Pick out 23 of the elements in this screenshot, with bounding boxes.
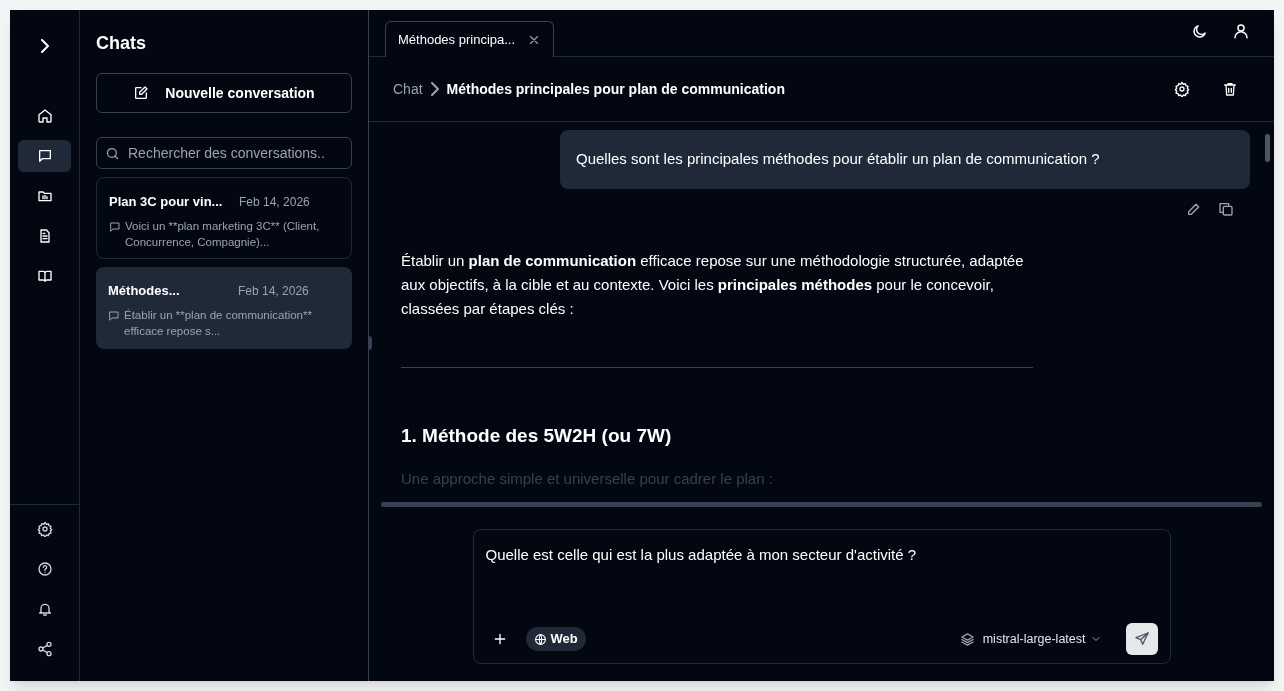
message-input[interactable]: Quelle est celle qui est la plus adaptée à mon secteur d'activité ? bbox=[485, 544, 1158, 623]
search-field[interactable]: Rechercher des conversations.. bbox=[96, 137, 352, 169]
breadcrumb-current: Méthodes principales pour plan de communication bbox=[446, 79, 785, 99]
conversation-item[interactable]: Plan 3C pour vin... Feb 14, 2026 Voici un **plan marketing 3C** (Client, Concurrence, Compagnie)... bbox=[96, 177, 352, 259]
conversation-title: Méthodes... bbox=[108, 282, 181, 300]
new-conversation-button[interactable]: Nouvelle conversation bbox=[96, 73, 352, 113]
conversation-item[interactable]: Méthodes... Feb 14, 2026 Établir un **plan de communication** efficace repose s... bbox=[96, 267, 352, 349]
web-search-toggle[interactable]: Web bbox=[525, 627, 586, 651]
conversation-date: Feb 14, 2026 bbox=[238, 282, 309, 300]
conversation-preview: Établir un **plan de communication** efficace repose s... bbox=[124, 307, 313, 339]
conversation-title: Plan 3C pour vin... bbox=[109, 193, 224, 211]
search-input[interactable]: Rechercher des conversations.. bbox=[128, 142, 343, 164]
message-composer[interactable]: Quelle est celle qui est la plus adaptée à mon secteur d'activité ? Web mistral-large-latest bbox=[472, 529, 1171, 664]
assistant-paragraph: Établir un plan de communication efficace repose sur une méthodologie structurée, adaptée aux objectifs, à la cible et au contexte. Voici les principales méthodes pour le concevoir, classées par étapes clés : bbox=[401, 250, 1025, 319]
chat-tab[interactable]: Méthodes principa... bbox=[385, 21, 555, 57]
sidebar-title: Chats bbox=[96, 32, 147, 55]
section-heading: 1. Méthode des 5W2H (ou 7W) bbox=[401, 423, 673, 448]
faded-paragraph: Une approche simple et universelle pour cadrer le plan : bbox=[401, 469, 774, 489]
conversation-preview: Voici un **plan marketing 3C** (Client, Concurrence, Compagnie)... bbox=[125, 218, 321, 250]
breadcrumb-link[interactable]: Chat bbox=[393, 78, 423, 100]
user-message: Quelles sont les principales méthodes pour établir un plan de communication ? bbox=[560, 130, 1250, 189]
conversation-date: Feb 14, 2026 bbox=[239, 193, 310, 211]
model-selector[interactable]: mistral-large-latest bbox=[959, 629, 1102, 649]
